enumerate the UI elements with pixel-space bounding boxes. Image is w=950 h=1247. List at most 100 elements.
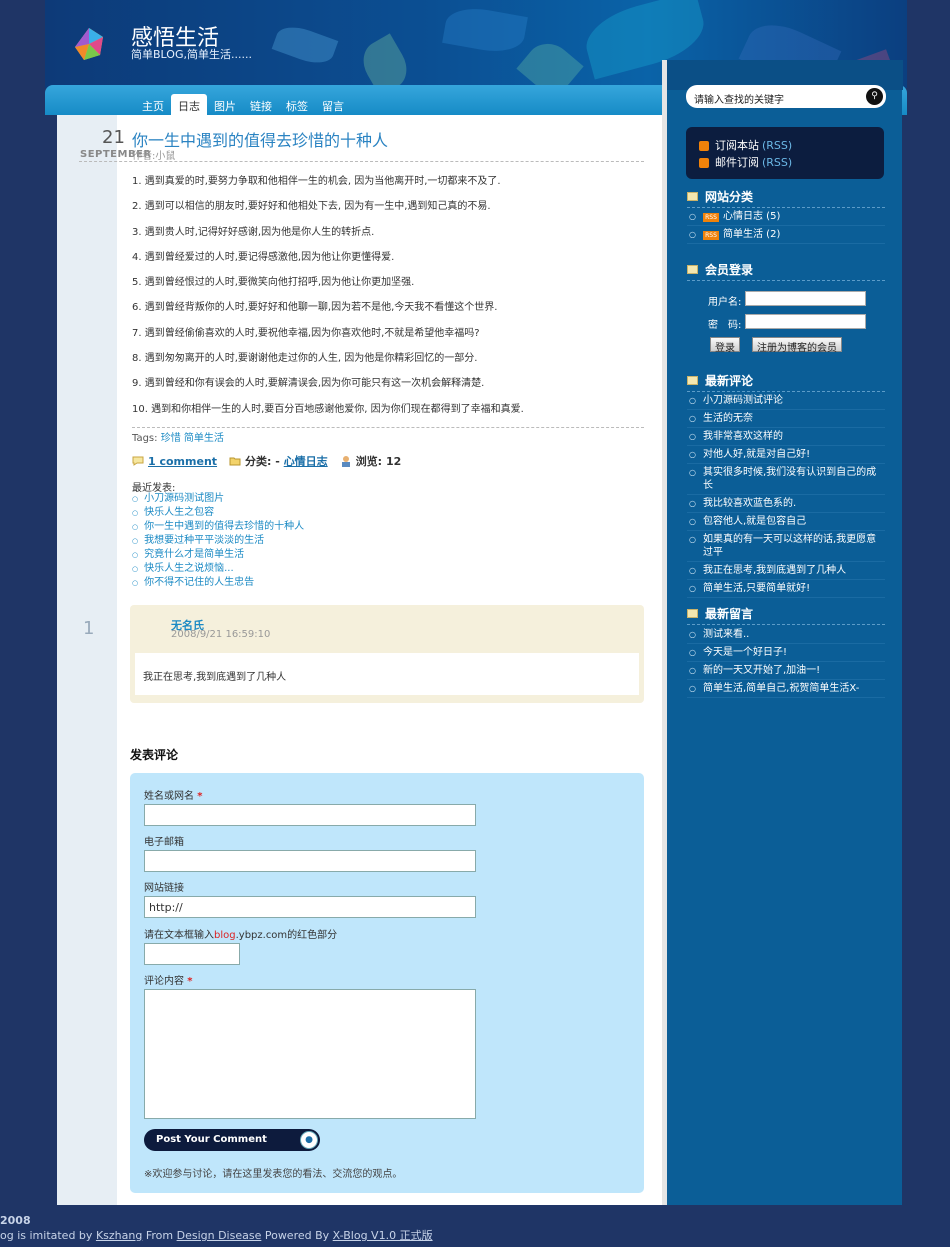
verification-hint: 请在文本框输入blog.ybpz.com的红色部分	[144, 926, 337, 941]
name-label-text: 姓名或网名	[144, 791, 194, 802]
decorative-leaf	[355, 33, 415, 88]
latest-comments-title: 最新评论	[705, 374, 754, 388]
latest-comment-item[interactable]: 对他人好,就是对自己好!	[687, 446, 885, 464]
name-label: 姓名或网名 *	[144, 787, 202, 802]
rss-badge-icon: RSS	[703, 213, 719, 222]
latest-messages-list: 测试来看.. 今天是一个好日子! 新的一天又开始了,加油一! 简单生活,简单自己…	[687, 626, 885, 698]
footer-author-link[interactable]: Kszhang	[96, 1229, 142, 1242]
name-field[interactable]	[144, 804, 476, 826]
footer-powered-text: Powered By	[264, 1229, 330, 1242]
post-author: 作者:小鼠	[132, 151, 176, 162]
required-mark: *	[197, 791, 203, 802]
category-link[interactable]: 心情日志	[284, 453, 328, 469]
recent-post-item[interactable]: 快乐人生之说烦恼...	[132, 562, 304, 576]
search-input[interactable]: 请输入查找的关键字 ⚲	[686, 85, 886, 108]
login-button[interactable]: 登录	[710, 337, 740, 354]
post-comment-button-label: Post Your Comment	[156, 1134, 267, 1145]
verification-field[interactable]	[144, 943, 240, 965]
rss-icon	[699, 157, 709, 168]
folder-icon	[229, 457, 241, 466]
recent-post-item[interactable]: 小刀源码测试图片	[132, 492, 304, 506]
comment-count-link[interactable]: 1 comment	[148, 455, 217, 468]
category-label: 分类: -	[245, 455, 280, 468]
category-item[interactable]: RSS 心情日志 (5)	[687, 208, 885, 226]
register-button[interactable]: 注册为博客的会员	[752, 337, 842, 354]
latest-comments-heading: 最新评论	[687, 372, 885, 392]
date-gutter	[57, 115, 117, 1205]
post-paragraph: 6. 遇到曾经背叛你的人时,要好好和他聊一聊,因为若不是他,今天我不看懂这个世界…	[132, 302, 498, 314]
post-day: 21	[102, 127, 125, 148]
footer-design-link[interactable]: Design Disease	[177, 1229, 262, 1242]
latest-comments-list: 小刀源码测试评论 生活的无奈 我非常喜欢这样的 对他人好,就是对自己好! 其实很…	[687, 392, 885, 598]
latest-message-item[interactable]: 今天是一个好日子!	[687, 644, 885, 662]
nav-item-guestbook[interactable]: 留言	[315, 94, 351, 115]
username-label: 用户名:	[708, 297, 742, 308]
post-meta: 1 comment 分类: - 心情日志 浏览: 12	[132, 453, 401, 469]
nav-item-photos[interactable]: 图片	[207, 94, 243, 115]
section-icon	[687, 192, 698, 201]
comment-textarea[interactable]	[144, 989, 476, 1119]
rss-badge-icon: RSS	[703, 231, 719, 240]
latest-message-item[interactable]: 新的一天又开始了,加油一!	[687, 662, 885, 680]
nav-item-blog[interactable]: 日志	[171, 94, 207, 115]
rss-subscribe-site-label: 订阅本站	[715, 139, 759, 152]
password-field[interactable]	[745, 314, 866, 329]
title-divider	[79, 161, 644, 162]
footer-year: 2008	[0, 1214, 31, 1227]
nav-item-tags[interactable]: 标签	[279, 94, 315, 115]
post-tags: Tags: 珍惜 简单生活	[132, 429, 224, 444]
tag-link[interactable]: 简单生活	[184, 433, 224, 444]
decorative-leaf	[516, 34, 584, 88]
footer-powered-link[interactable]: X-Blog V1.0 正式版	[333, 1229, 433, 1242]
section-icon	[687, 609, 698, 618]
latest-comment-item[interactable]: 如果真的有一天可以这样的话,我更愿意过平	[687, 531, 885, 562]
post-paragraph: 7. 遇到曾经偷偷喜欢的人时,要祝他幸福,因为你喜欢他时,不就是希望他幸福吗?	[132, 327, 480, 339]
comment-date: 2008/9/21 16:59:10	[171, 629, 271, 640]
tag-link[interactable]: 珍惜	[161, 433, 181, 444]
recent-post-item[interactable]: 究竟什么才是简单生活	[132, 548, 304, 562]
latest-message-item[interactable]: 测试来看..	[687, 626, 885, 644]
latest-comment-item[interactable]: 生活的无奈	[687, 410, 885, 428]
url-label: 网站链接	[144, 883, 184, 894]
recent-posts-list: 小刀源码测试图片 快乐人生之包容 你一生中遇到的值得去珍惜的十种人 我想要过种平…	[132, 492, 304, 590]
recent-post-item[interactable]: 我想要过种平平淡淡的生活	[132, 534, 304, 548]
recent-post-item[interactable]: 你一生中遇到的值得去珍惜的十种人	[132, 520, 304, 534]
nav-item-home[interactable]: 主页	[135, 94, 171, 115]
latest-message-item[interactable]: 简单生活,简单自己,祝贺简单生活X-	[687, 680, 885, 698]
rss-tag: (RSS)	[762, 156, 793, 169]
site-footer: 2008 og is imitated by Kszhang From Desi…	[0, 1213, 433, 1243]
latest-comment-item[interactable]: 简单生活,只要简单就好!	[687, 580, 885, 598]
latest-comment-item[interactable]: 其实很多时候,我们没有认识到自己的成长	[687, 464, 885, 495]
login-heading: 会员登录	[687, 261, 885, 281]
decorative-leaf	[442, 3, 528, 57]
rss-subscribe-email[interactable]: 邮件订阅 (RSS)	[699, 154, 884, 171]
latest-comment-item[interactable]: 包容他人,就是包容自己	[687, 513, 885, 531]
site-subtitle: 简单BLOG,简单生活......	[131, 48, 252, 61]
latest-comment-item[interactable]: 我正在思考,我到底遇到了几种人	[687, 562, 885, 580]
post-paragraph: 5. 遇到曾经恨过的人时,要微笑向他打招呼,因为他让你更加坚强.	[132, 277, 415, 289]
categories-title: 网站分类	[705, 190, 754, 204]
category-item[interactable]: RSS 简单生活 (2)	[687, 226, 885, 244]
comment-text: 我正在思考,我到底遇到了几种人	[135, 653, 639, 695]
rss-subscribe-site[interactable]: 订阅本站 (RSS)	[699, 137, 884, 154]
views-label: 浏览:	[355, 455, 383, 468]
site-logo-icon[interactable]	[70, 25, 108, 63]
recent-post-item[interactable]: 你不得不记住的人生忠告	[132, 576, 304, 590]
post-paragraph: 10. 遇到和你相伴一生的人时,要百分百地感谢他爱你, 因为你们现在都得到了幸福…	[132, 403, 524, 415]
recent-post-item[interactable]: 快乐人生之包容	[132, 506, 304, 520]
search-icon[interactable]: ⚲	[866, 88, 883, 105]
section-icon	[687, 265, 698, 274]
latest-comment-item[interactable]: 小刀源码测试评论	[687, 392, 885, 410]
post-paragraph: 8. 遇到匆匆离开的人时,要谢谢他走过你的人生, 因为他是你精彩回忆的一部分.	[132, 353, 478, 365]
nav-item-links[interactable]: 链接	[243, 94, 279, 115]
footer-credit-text: og is imitated by	[0, 1229, 93, 1242]
url-field[interactable]: http://	[144, 896, 476, 918]
latest-comment-item[interactable]: 我非常喜欢这样的	[687, 428, 885, 446]
user-icon	[341, 456, 350, 467]
latest-comment-item[interactable]: 我比较喜欢蓝色系的.	[687, 495, 885, 513]
email-field[interactable]	[144, 850, 476, 872]
post-comment-button[interactable]: Post Your Comment ●	[144, 1129, 320, 1151]
tags-divider	[132, 427, 644, 428]
main-nav: 主页 日志 图片 链接 标签 留言	[135, 94, 351, 115]
username-field[interactable]	[745, 291, 866, 306]
